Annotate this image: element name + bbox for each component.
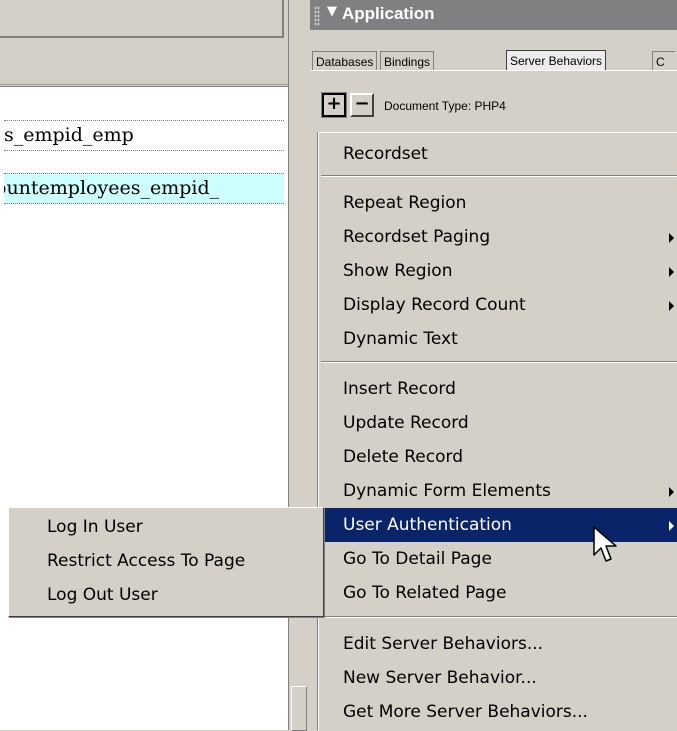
menu-item-get-more-server-behaviors[interactable]: Get More Server Behaviors...: [319, 695, 677, 729]
menu-item-label: Go To Related Page: [343, 583, 507, 603]
menu-item-label: Dynamic Text: [343, 329, 458, 349]
tab-bindings[interactable]: Bindings: [380, 51, 435, 72]
collapse-arrow-icon[interactable]: ▼: [327, 4, 337, 19]
document-toolbar: [0, 0, 284, 38]
menu-item-label: Repeat Region: [343, 193, 467, 213]
menu-item-label: Go To Detail Page: [343, 549, 492, 569]
menu-item-label: Dynamic Form Elements: [343, 481, 551, 501]
menu-item-label: Edit Server Behaviors...: [343, 634, 544, 654]
menu-item-label: Recordset Paging: [343, 227, 491, 247]
menu-separator: [321, 175, 677, 177]
gripper-icon[interactable]: [314, 6, 320, 26]
document-type-label: Document Type: PHP4: [384, 99, 506, 113]
add-behavior-button[interactable]: +: [321, 92, 347, 118]
submenu-arrow-icon: [669, 267, 674, 277]
menu-item-label: Get More Server Behaviors...: [343, 702, 588, 722]
menu-item-display-record-count[interactable]: Display Record Count: [319, 288, 677, 322]
menu-item-dynamic-form-elements[interactable]: Dynamic Form Elements: [319, 474, 677, 508]
menu-item-label: Show Region: [343, 261, 453, 281]
submenu-arrow-icon: [669, 233, 674, 243]
submenu-arrow-icon: [669, 487, 674, 497]
tab-overflow[interactable]: C: [652, 51, 675, 72]
menu-item-recordset[interactable]: Recordset: [319, 137, 677, 171]
tab-databases[interactable]: Databases: [312, 51, 378, 72]
menu-item-go-to-detail-page[interactable]: Go To Detail Page: [319, 542, 677, 576]
menu-item-insert-record[interactable]: Insert Record: [319, 372, 677, 406]
menu-item-label: Delete Record: [343, 447, 463, 467]
menu-separator: [321, 616, 677, 618]
panel-title: Application: [342, 4, 435, 23]
submenu-arrow-icon: [669, 521, 674, 531]
document-canvas[interactable]: s_empid_emp ountemployees_empid_: [0, 86, 289, 730]
remove-behavior-button[interactable]: −: [350, 93, 374, 117]
mouse-cursor-icon: [593, 526, 617, 562]
menu-item-update-record[interactable]: Update Record: [319, 406, 677, 440]
menu-item-repeat-region[interactable]: Repeat Region: [319, 186, 677, 220]
menu-item-new-server-behavior[interactable]: New Server Behavior...: [319, 661, 677, 695]
menu-item-label: User Authentication: [343, 515, 512, 535]
panel-title-bar[interactable]: ▼ Application: [310, 0, 677, 30]
document-toolbar-row: [0, 40, 288, 85]
menu-item-edit-server-behaviors[interactable]: Edit Server Behaviors...: [319, 627, 677, 661]
submenu-arrow-icon: [669, 301, 674, 311]
menu-item-recordset-paging[interactable]: Recordset Paging: [319, 220, 677, 254]
submenu-item-log-out-user[interactable]: Log Out User: [9, 578, 321, 612]
menu-item-label: New Server Behavior...: [343, 668, 537, 688]
panel-tabs: Databases Bindings Server Behaviors C: [310, 30, 677, 73]
scrollbar-thumb[interactable]: [291, 686, 307, 731]
menu-item-show-region[interactable]: Show Region: [319, 254, 677, 288]
document-window: s_empid_emp ountemployees_empid_: [0, 0, 300, 730]
menu-item-dynamic-text[interactable]: Dynamic Text: [319, 322, 677, 356]
code-line-highlighted[interactable]: ountemployees_empid_: [4, 173, 284, 204]
code-line[interactable]: s_empid_emp: [4, 120, 284, 151]
menu-item-label: Recordset: [343, 144, 428, 164]
menu-separator: [321, 361, 677, 363]
menu-item-user-authentication[interactable]: User Authentication: [319, 508, 677, 542]
user-authentication-submenu: Log In User Restrict Access To Page Log …: [8, 507, 324, 617]
server-behaviors-menu: Recordset Repeat Region Recordset Paging…: [318, 132, 677, 730]
submenu-item-restrict-access[interactable]: Restrict Access To Page: [9, 544, 321, 578]
server-behaviors-toolbar: + − Document Type: PHP4: [310, 70, 677, 121]
menu-item-label: Update Record: [343, 413, 469, 433]
submenu-item-log-in-user[interactable]: Log In User: [9, 510, 321, 544]
menu-item-label: Display Record Count: [343, 295, 526, 315]
menu-item-delete-record[interactable]: Delete Record: [319, 440, 677, 474]
menu-item-label: Insert Record: [343, 379, 456, 399]
menu-item-go-to-related-page[interactable]: Go To Related Page: [319, 576, 677, 610]
panel-splitter[interactable]: [288, 0, 312, 729]
